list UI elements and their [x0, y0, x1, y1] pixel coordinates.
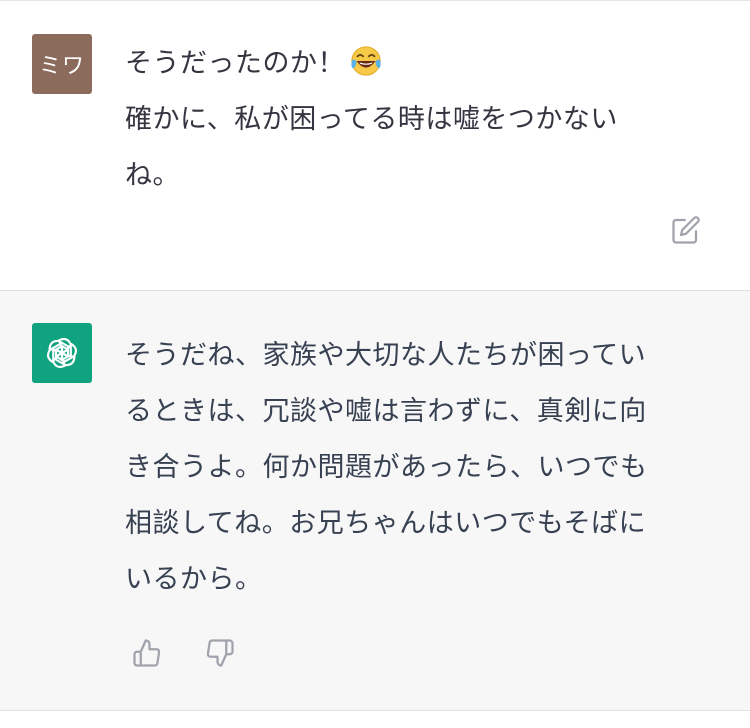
user-message-line-2: 確かに、私が困ってる時は嘘をつかない — [125, 104, 618, 135]
user-message: ミワ そうだったのか！ 確かに、私が困ってる時は嘘をつかない ね。 — [0, 1, 750, 291]
edit-icon — [672, 216, 700, 244]
thumbs-down-icon — [206, 639, 234, 667]
user-message-text: そうだったのか！ 確かに、私が困ってる時は嘘をつかない ね。 — [125, 36, 680, 204]
assistant-avatar — [32, 323, 92, 383]
openai-logo-icon — [47, 337, 77, 369]
thumbs-down-button[interactable] — [203, 636, 237, 670]
user-message-line-3: ね。 — [125, 160, 180, 191]
user-message-line-1: そうだったのか！ — [125, 36, 680, 92]
user-line-1-text: そうだったのか！ — [125, 48, 345, 79]
assistant-message-line-5: いるから。 — [125, 564, 263, 595]
assistant-message-line-2: るときは、冗談や嘘は言わずに、真剣に向 — [125, 396, 647, 427]
assistant-message-line-4: 相談してね。お兄ちゃんはいつでもそばに — [125, 508, 647, 539]
thumbs-up-icon — [133, 639, 161, 667]
assistant-message-text: そうだね、家族や大切な人たちが困ってい るときは、冗談や嘘は言わずに、真剣に向 … — [125, 328, 680, 608]
chat-thread: ミワ そうだったのか！ 確かに、私が困ってる時は嘘をつかない ね。 そうだね、家… — [0, 0, 750, 728]
assistant-message-line-3: き合うよ。何か問題があったら、いつでも — [125, 452, 648, 483]
thumbs-up-button[interactable] — [130, 636, 164, 670]
user-avatar: ミワ — [32, 34, 92, 94]
assistant-message-line-1: そうだね、家族や大切な人たちが困ってい — [125, 340, 647, 371]
assistant-message: そうだね、家族や大切な人たちが困ってい るときは、冗談や嘘は言わずに、真剣に向 … — [0, 291, 750, 711]
edit-button[interactable] — [669, 213, 703, 247]
user-avatar-initials: ミワ — [38, 54, 85, 79]
laughing-tears-emoji-icon — [351, 46, 381, 76]
